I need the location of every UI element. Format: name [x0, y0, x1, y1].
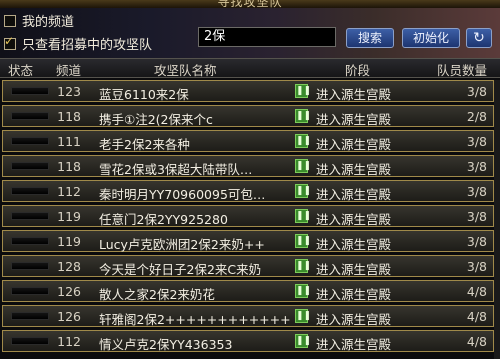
phase-cell: 进入源生宫殿 — [316, 237, 392, 252]
column-members[interactable]: 队员数量 — [437, 60, 487, 79]
table-row[interactable]: 112 秦时明月YY70960095可包… ❚❚ 进入源生宫殿 3/8 — [2, 180, 494, 202]
table-header: 状态 频道 攻坚队名称 阶段 队员数量 — [0, 58, 500, 78]
status-indicator — [11, 337, 49, 345]
table-row[interactable]: 111 老手2保2来各种 ❚❚ 进入源生宫殿 3/8 — [2, 130, 494, 152]
member-count-cell: 3/8 — [466, 259, 487, 274]
pause-icon: ❚❚ — [295, 84, 312, 98]
table-row[interactable]: 123 蓝豆6110来2保 ❚❚ 进入源生宫殿 3/8 — [2, 80, 494, 102]
member-count-cell: 3/8 — [466, 234, 487, 249]
pause-icon: ❚❚ — [295, 184, 312, 198]
phase-cell: 进入源生宫殿 — [316, 87, 392, 102]
table-row[interactable]: 126 轩雅阁2保2++++++++++++ ❚❚ 进入源生宫殿 4/8 — [2, 305, 494, 327]
status-indicator — [11, 87, 49, 95]
my-channel-checkbox[interactable] — [4, 14, 16, 27]
table-row[interactable]: 118 携手①注2(2保来个c ❚❚ 进入源生宫殿 2/8 — [2, 105, 494, 127]
phase-cell: 进入源生宫殿 — [316, 162, 392, 177]
column-channel[interactable]: 频道 — [56, 60, 81, 79]
channel-cell: 111 — [57, 134, 81, 149]
channel-cell: 112 — [57, 184, 81, 199]
channel-cell: 126 — [57, 309, 81, 324]
channel-cell: 119 — [57, 209, 81, 224]
table-row[interactable]: 119 Lucy卢克欧洲团2保2来奶++ ❚❚ 进入源生宫殿 3/8 — [2, 230, 494, 252]
initialize-button[interactable]: 初始化 — [402, 28, 460, 48]
team-name-cell: 蓝豆6110来2保 — [99, 87, 189, 102]
channel-cell: 118 — [57, 159, 81, 174]
team-name-cell: Lucy卢克欧洲团2保2来奶++ — [99, 237, 265, 252]
pause-icon: ❚❚ — [295, 109, 312, 123]
team-name-cell: 任意门2保2YY925280 — [99, 212, 228, 227]
team-name-cell: 老手2保2来各种 — [99, 137, 190, 152]
status-indicator — [11, 137, 49, 145]
member-count-cell: 2/8 — [466, 109, 487, 124]
member-count-cell: 4/8 — [466, 309, 487, 324]
pause-icon: ❚❚ — [295, 309, 312, 323]
member-count-cell: 3/8 — [466, 209, 487, 224]
status-indicator — [11, 262, 49, 270]
member-count-cell: 4/8 — [466, 334, 487, 349]
column-name[interactable]: 攻坚队名称 — [154, 60, 217, 79]
phase-cell: 进入源生宫殿 — [316, 337, 392, 352]
recruiting-only-checkbox[interactable] — [4, 34, 16, 50]
channel-cell: 126 — [57, 284, 81, 299]
pause-icon: ❚❚ — [295, 209, 312, 223]
member-count-cell: 3/8 — [466, 159, 487, 174]
status-indicator — [11, 287, 49, 295]
status-indicator — [11, 212, 49, 220]
my-channel-label: 我的频道 — [22, 15, 75, 30]
phase-cell: 进入源生宫殿 — [316, 112, 392, 127]
pause-icon: ❚❚ — [295, 234, 312, 248]
recruiting-only-label: 只查看招募中的攻坚队 — [22, 38, 153, 53]
table-row[interactable]: 128 今天是个好日子2保2来C来奶 ❚❚ 进入源生宫殿 3/8 — [2, 255, 494, 277]
pause-icon: ❚❚ — [295, 159, 312, 173]
team-name-cell: 雪花2保或3保超大陆带队… — [99, 162, 253, 177]
pause-icon: ❚❚ — [295, 334, 312, 348]
status-indicator — [11, 237, 49, 245]
pause-icon: ❚❚ — [295, 284, 312, 298]
my-channel-option[interactable]: 我的频道 — [4, 11, 74, 30]
column-status[interactable]: 状态 — [8, 60, 33, 79]
column-phase[interactable]: 阶段 — [345, 60, 370, 79]
phase-cell: 进入源生宫殿 — [316, 262, 392, 277]
status-indicator — [11, 187, 49, 195]
pause-icon: ❚❚ — [295, 259, 312, 273]
search-input[interactable]: 2保 — [198, 27, 336, 47]
status-indicator — [11, 312, 49, 320]
member-count-cell: 3/8 — [466, 84, 487, 99]
table-row[interactable]: 118 雪花2保或3保超大陆带队… ❚❚ 进入源生宫殿 3/8 — [2, 155, 494, 177]
phase-cell: 进入源生宫殿 — [316, 137, 392, 152]
table-row[interactable]: 126 散人之家2保2来奶花 ❚❚ 进入源生宫殿 4/8 — [2, 280, 494, 302]
member-count-cell: 3/8 — [466, 134, 487, 149]
recruiting-only-option[interactable]: 只查看招募中的攻坚队 — [4, 34, 152, 53]
team-name-cell: 轩雅阁2保2++++++++++++ — [99, 312, 291, 327]
status-indicator — [11, 162, 49, 170]
scrollbar[interactable] — [494, 80, 500, 359]
channel-cell: 118 — [57, 109, 81, 124]
table-row[interactable]: 112 情义卢克2保YY436353 ❚❚ 进入源生宫殿 4/8 — [2, 330, 494, 352]
phase-cell: 进入源生宫殿 — [316, 312, 392, 327]
team-name-cell: 散人之家2保2来奶花 — [99, 287, 215, 302]
channel-cell: 128 — [57, 259, 81, 274]
phase-cell: 进入源生宫殿 — [316, 187, 392, 202]
table-row[interactable]: 119 任意门2保2YY925280 ❚❚ 进入源生宫殿 3/8 — [2, 205, 494, 227]
pause-icon: ❚❚ — [295, 134, 312, 148]
refresh-button[interactable]: ↻ — [466, 28, 492, 48]
channel-cell: 123 — [57, 84, 81, 99]
status-indicator — [11, 112, 49, 120]
refresh-icon: ↻ — [473, 30, 485, 46]
channel-cell: 119 — [57, 234, 81, 249]
phase-cell: 进入源生宫殿 — [316, 212, 392, 227]
search-button[interactable]: 搜索 — [346, 28, 394, 48]
phase-cell: 进入源生宫殿 — [316, 287, 392, 302]
title-bar: 寻找攻坚队 — [0, 0, 500, 8]
team-name-cell: 秦时明月YY70960095可包… — [99, 187, 266, 202]
channel-cell: 112 — [57, 334, 81, 349]
member-count-cell: 4/8 — [466, 284, 487, 299]
window-title: 寻找攻坚队 — [217, 0, 283, 8]
team-name-cell: 情义卢克2保YY436353 — [99, 337, 233, 352]
member-count-cell: 3/8 — [466, 184, 487, 199]
team-name-cell: 携手①注2(2保来个c — [99, 112, 213, 127]
team-name-cell: 今天是个好日子2保2来C来奶 — [99, 262, 262, 277]
